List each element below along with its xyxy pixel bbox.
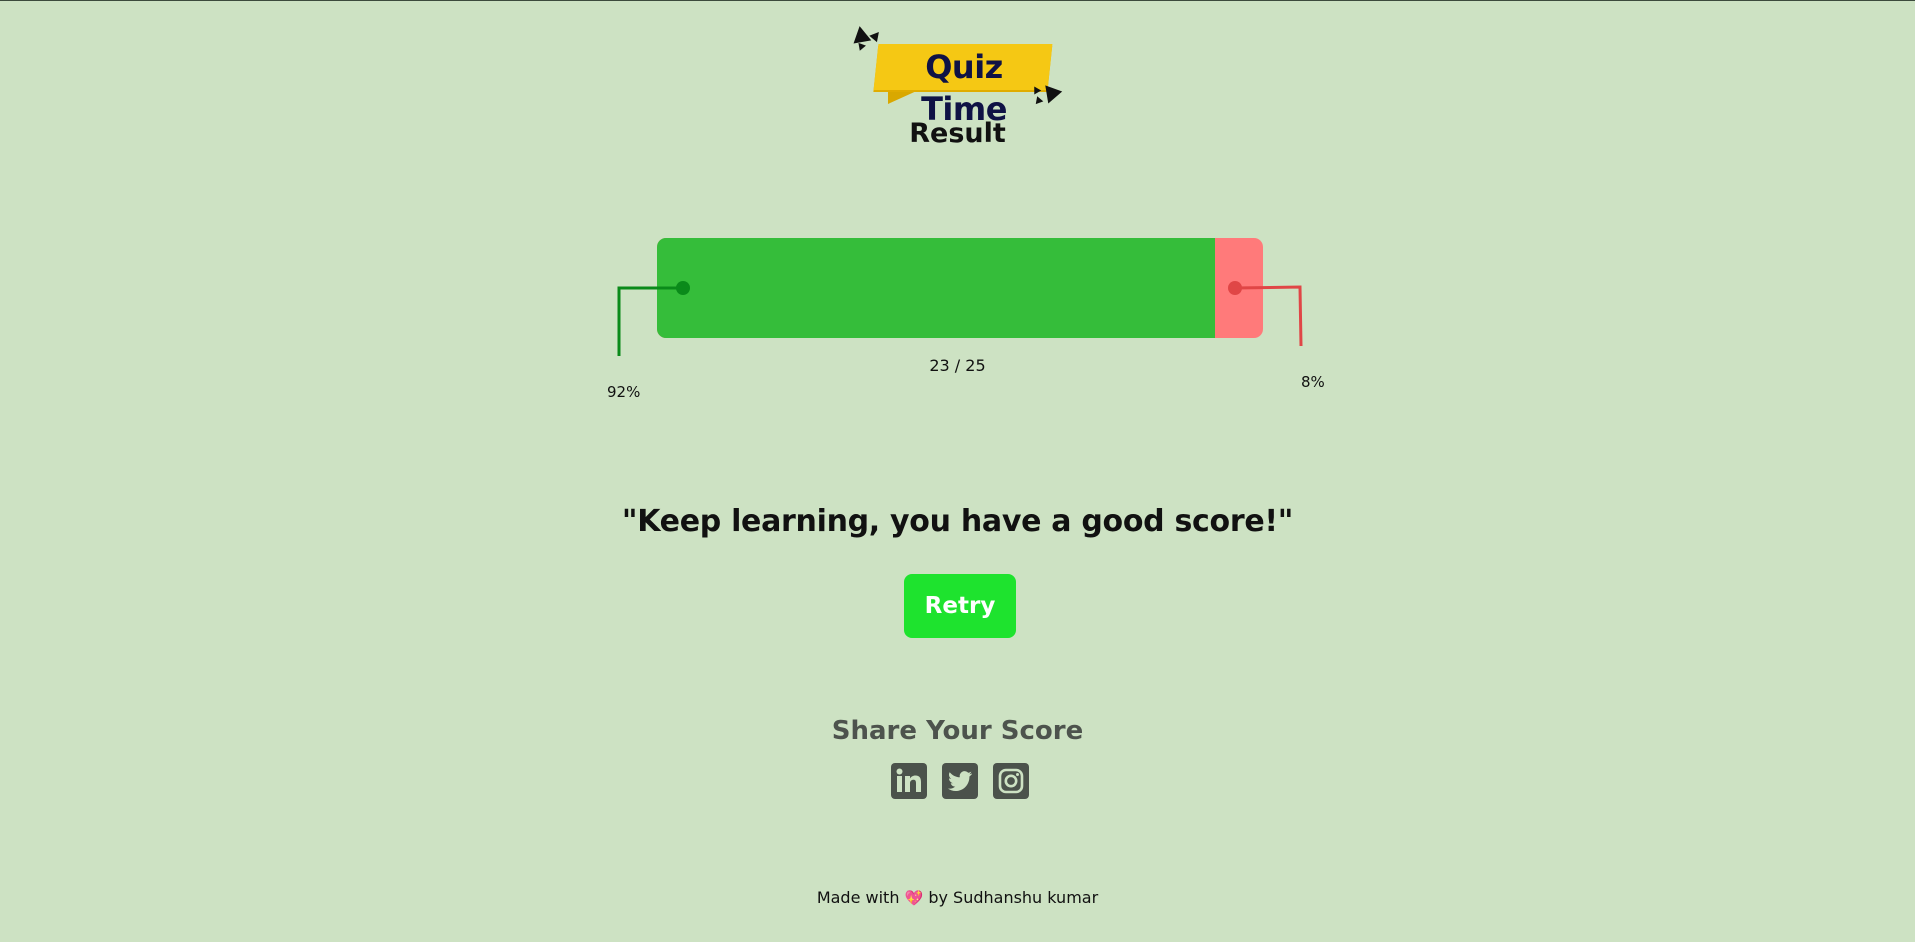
- wrong-percent-label: 8%: [1301, 373, 1325, 391]
- heart-icon: 💖: [904, 889, 924, 907]
- top-border: [0, 0, 1915, 1]
- twitter-icon[interactable]: [942, 763, 978, 799]
- correct-fill: [657, 238, 1215, 338]
- score-progress-bar: [657, 238, 1263, 338]
- page-title: Result: [909, 118, 1006, 149]
- footer-prefix: Made with: [816, 888, 900, 907]
- score-text: 23 / 25: [929, 356, 986, 375]
- logo-triangle-icon: [856, 42, 866, 53]
- linkedin-icon[interactable]: [891, 763, 927, 799]
- quiz-time-logo: Quiz Time: [848, 22, 1068, 128]
- share-title: Share Your Score: [831, 716, 1084, 746]
- footer-author: by Sudhanshu kumar: [928, 888, 1099, 907]
- instagram-icon[interactable]: [993, 763, 1029, 799]
- retry-button[interactable]: Retry: [904, 574, 1016, 638]
- correct-percent-label: 92%: [607, 383, 641, 401]
- footer: Made with 💖 by Sudhanshu kumar: [0, 888, 1915, 907]
- result-message: "Keep learning, you have a good score!": [621, 504, 1294, 539]
- logo-triangle-icon: [850, 24, 872, 44]
- result-page: Quiz Time Result 92% 8% 23 / 25 "Keep le…: [0, 0, 1915, 942]
